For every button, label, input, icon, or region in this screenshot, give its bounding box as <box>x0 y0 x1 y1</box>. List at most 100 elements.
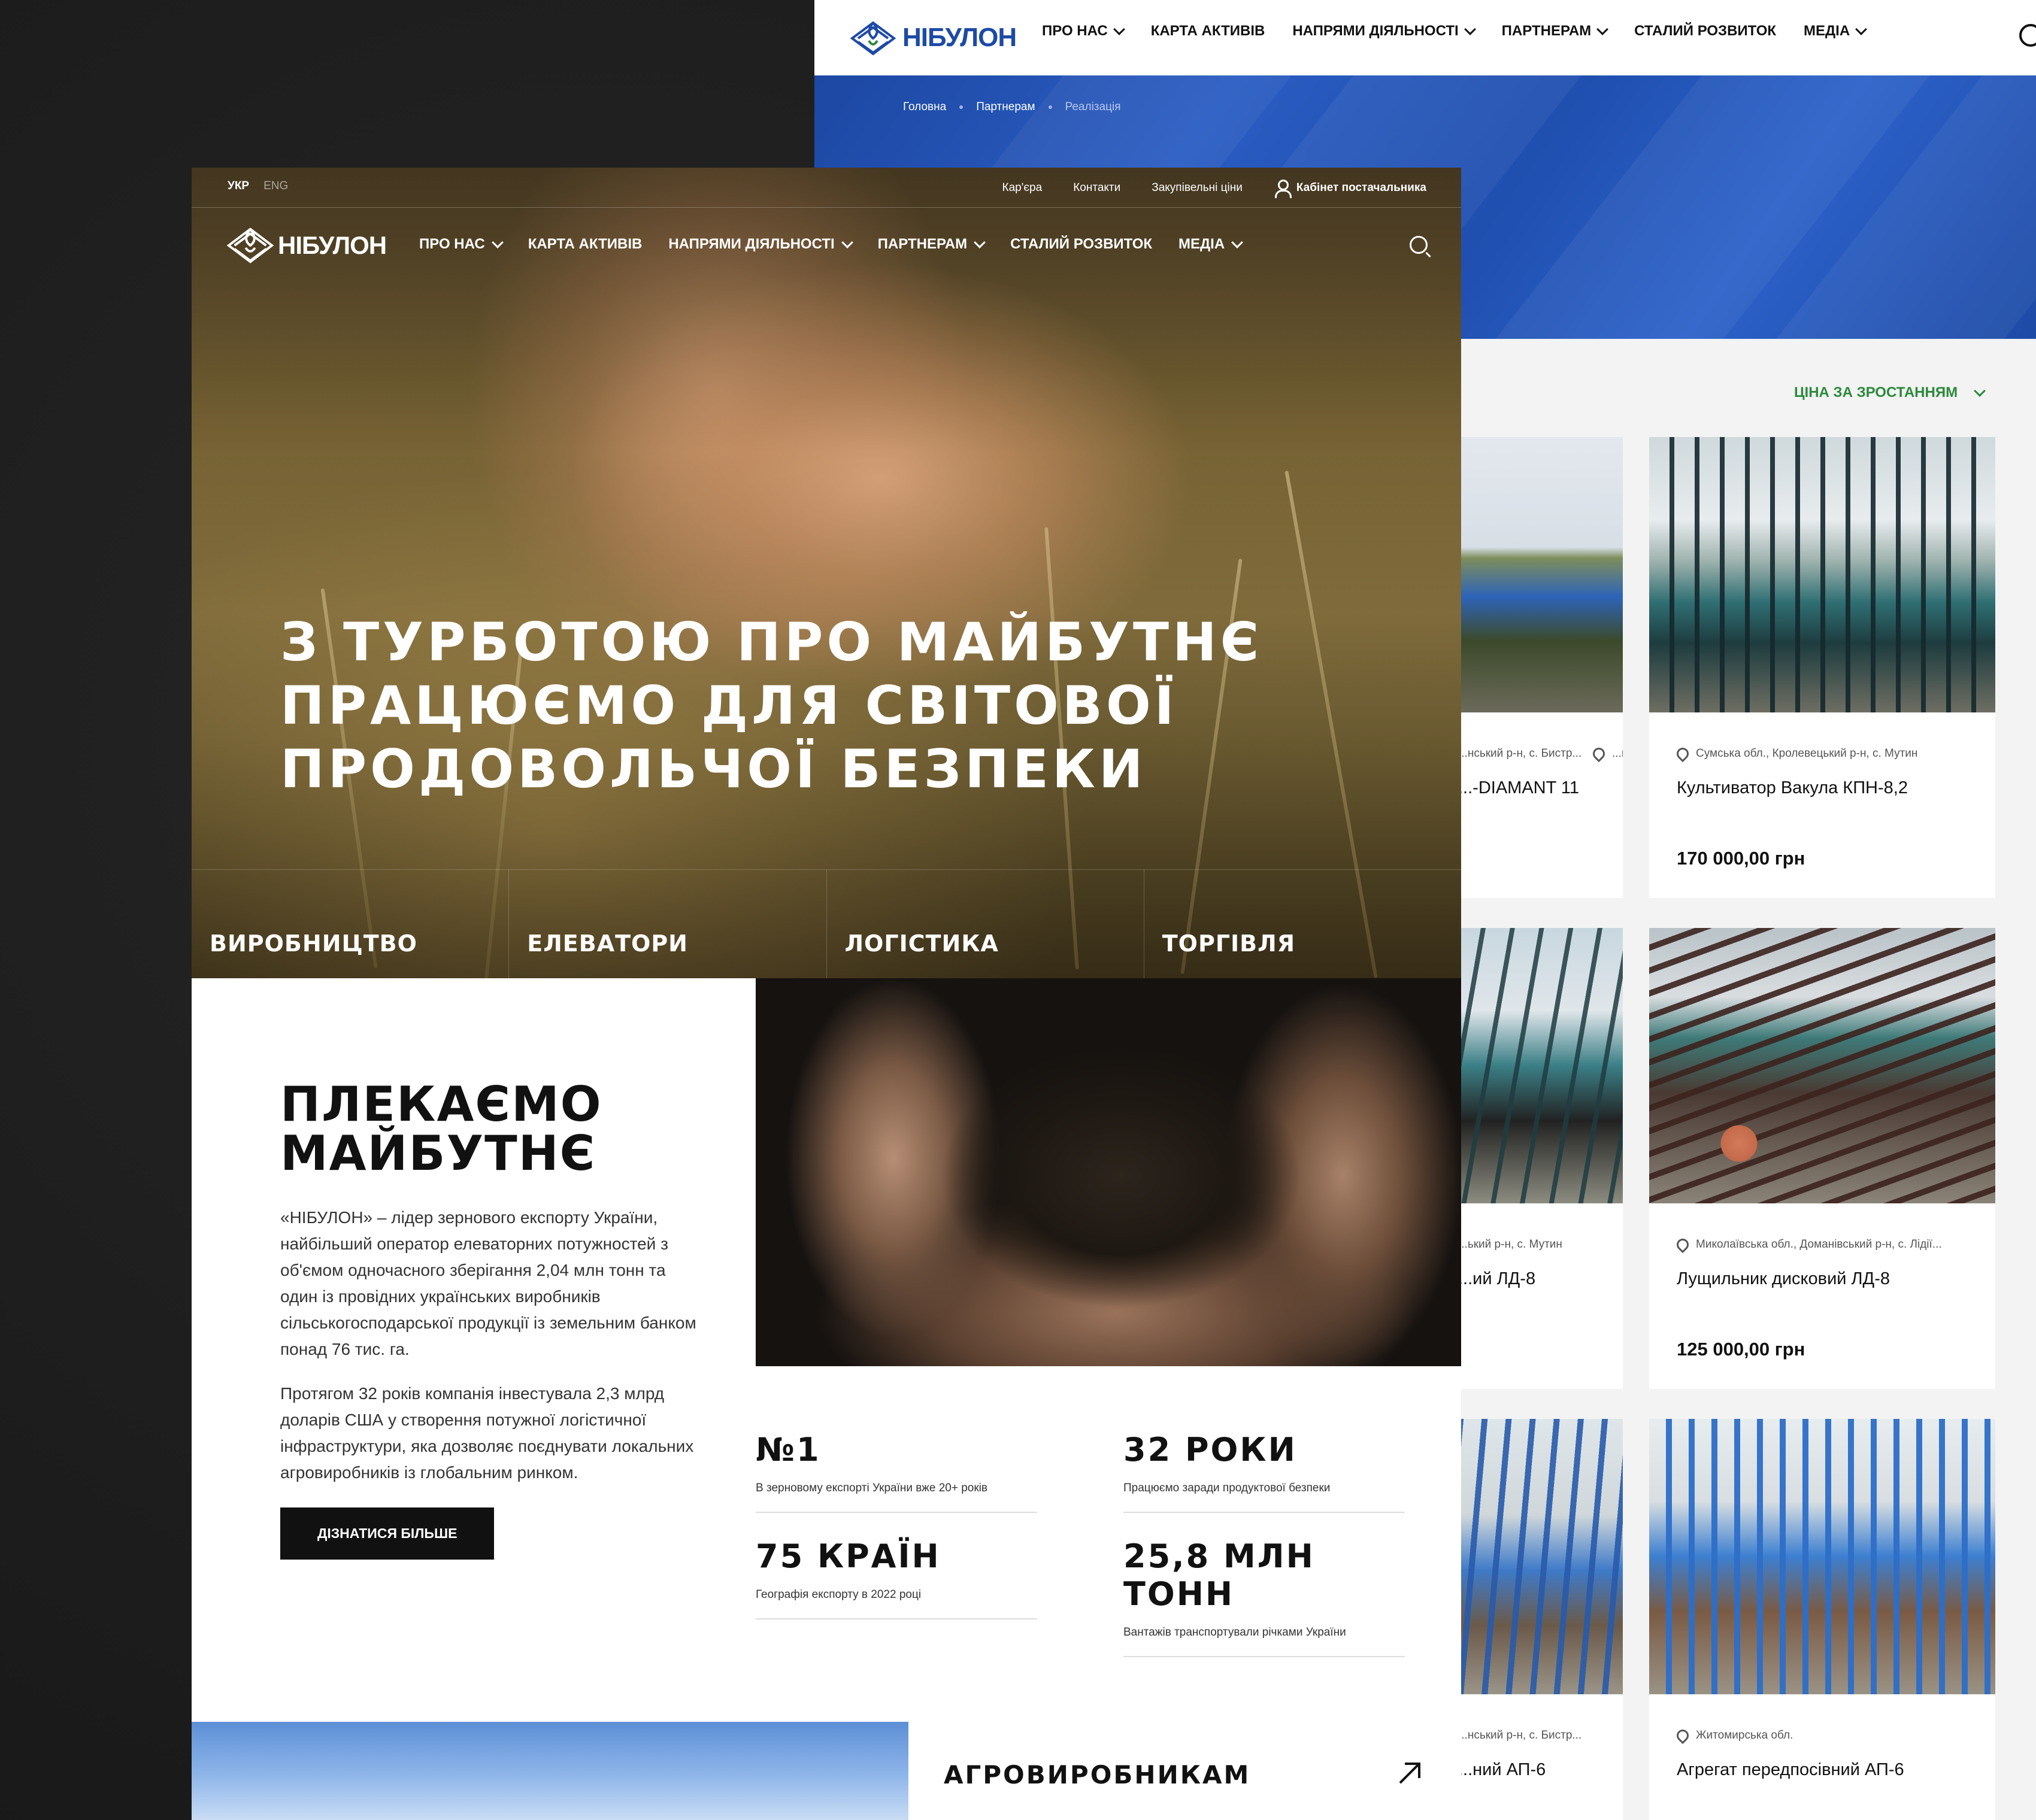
product-location: Сумська обл., Кролевецький р-н, с. Мутин <box>1674 745 1917 763</box>
main-nav: ПРО НАС КАРТА АКТИВІВ НАПРЯМИ ДІЯЛЬНОСТІ… <box>419 236 1244 253</box>
nav-label: НАПРЯМИ ДІЯЛЬНОСТІ <box>668 236 835 252</box>
location-pin-icon <box>1674 1727 1692 1745</box>
link-contacts[interactable]: Контакти <box>1073 181 1120 195</box>
headline-line: ПРОДОВОЛЬЧОЇ БЕЗПЕКИ <box>280 738 1147 800</box>
stat-item: 25,8 МЛН ТОНН Вантажів транспортували рі… <box>1123 1537 1405 1657</box>
product-title: Культиватор Вакула КПН-8,2 <box>1677 778 1908 797</box>
back-logo[interactable]: НІБУЛОН <box>847 14 1017 61</box>
language-switch: УКР ENG <box>228 180 288 193</box>
utility-links: Кар'єра Контакти Закупівельні ціни Кабін… <box>1002 180 1426 198</box>
search-icon[interactable] <box>1410 236 1428 254</box>
link-purchase-prices[interactable]: Закупівельні ціни <box>1152 181 1243 195</box>
cabinet-label: Кабінет постачальника <box>1296 181 1426 194</box>
nav-label: МЕДІА <box>1804 23 1850 39</box>
direction-label: ЕЛЕВАТОРИ <box>527 930 688 957</box>
supplier-cabinet-link[interactable]: Кабінет постачальника <box>1274 180 1426 198</box>
chevron-down-icon <box>841 236 853 248</box>
direction-elevators[interactable]: ЕЛЕВАТОРИ <box>509 869 827 978</box>
logo-icon <box>850 21 896 56</box>
product-card[interactable]: Житомирська обл. Агрегат передпосівний А… <box>1649 1419 1995 1820</box>
chevron-down-icon <box>491 236 504 248</box>
nav-label: СТАЛИЙ РОЗВИТОК <box>1634 23 1777 39</box>
nav-item-activities[interactable]: НАПРЯМИ ДІЯЛЬНОСТІ <box>1292 23 1476 40</box>
back-header: НІБУЛОН ПРО НАС КАРТА АКТИВІВ НАПРЯМИ ДІ… <box>814 0 2036 75</box>
about-title-line: МАЙБУТНЄ <box>280 1126 596 1181</box>
hero-section: УКР ENG Кар'єра Контакти Закупівельні ці… <box>192 168 1461 978</box>
home-page-window: УКР ENG Кар'єра Контакти Закупівельні ці… <box>192 168 1461 1820</box>
learn-more-button[interactable]: ДІЗНАТИСЯ БІЛЬШЕ <box>280 1507 495 1560</box>
location-pin-icon <box>1674 745 1692 763</box>
logo-text: НІБУЛОН <box>902 23 1017 52</box>
agro-producers-link[interactable]: АГРОВИРОБНИКАМ <box>944 1760 1250 1789</box>
product-photo <box>1649 928 1995 1203</box>
stat-value: 75 КРАЇН <box>756 1537 941 1575</box>
product-photo <box>1649 437 1995 712</box>
product-card[interactable]: Миколаївська обл., Доманівський р-н, с. … <box>1649 928 1995 1389</box>
arrow-up-right-icon[interactable] <box>1396 1760 1423 1786</box>
logo-text: НІБУЛОН <box>278 231 387 259</box>
breadcrumb-partners[interactable]: Партнерам <box>976 101 1035 114</box>
search-icon[interactable] <box>2019 24 2036 47</box>
lang-ukr[interactable]: УКР <box>228 180 249 193</box>
product-price: 125 000,00 грн <box>1677 1339 1805 1360</box>
breadcrumb-home[interactable]: Головна <box>903 101 946 114</box>
product-title: ...ий ЛД-8 <box>1458 1269 1536 1288</box>
nav-item-about[interactable]: ПРО НАС <box>419 236 504 253</box>
nav-item-media[interactable]: МЕДІА <box>1804 23 1868 40</box>
headline-line: З ТУРБОТОЮ ПРО МАЙБУТНЄ <box>280 611 1263 673</box>
logo-icon <box>226 228 274 263</box>
about-section: ПЛЕКАЄМО МАЙБУТНЄ «НІБУЛОН» – лідер зерн… <box>280 1080 699 1560</box>
direction-label: ВИРОБНИЦТВО <box>210 930 417 957</box>
nav-item-media[interactable]: МЕДІА <box>1178 236 1244 253</box>
direction-logistics[interactable]: ЛОГІСТИКА <box>827 869 1144 978</box>
nav-item-sustainability[interactable]: СТАЛИЙ РОЗВИТОК <box>1010 236 1152 253</box>
nav-label: ПРО НАС <box>419 236 485 252</box>
nav-label: ПРО НАС <box>1042 23 1108 39</box>
product-location: ...нський р-н, с. Бистр... <box>1458 747 1581 760</box>
nav-label: КАРТА АКТИВІВ <box>1150 23 1265 39</box>
nav-item-partners[interactable]: ПАРТНЕРАМ <box>1501 23 1609 40</box>
breadcrumb-current: Реалізація <box>1065 101 1121 113</box>
about-paragraph: «НІБУЛОН» – лідер зернового експорту Укр… <box>280 1208 696 1358</box>
stat-value: 32 РОКИ <box>1123 1431 1297 1469</box>
headline-line: ПРАЦЮЄМО ДЛЯ СВІТОВОЇ <box>280 675 1178 736</box>
product-card[interactable]: Сумська обл., Кролевецький р-н, с. Мутин… <box>1649 437 1995 898</box>
stat-desc: Географія експорту в 2022 році <box>756 1588 1037 1619</box>
nav-item-assets-map[interactable]: КАРТА АКТИВІВ <box>1151 23 1265 40</box>
chevron-down-icon <box>1113 23 1125 35</box>
product-price: 170 000,00 грн <box>1677 848 1805 869</box>
chevron-down-icon <box>1855 23 1868 35</box>
sort-dropdown[interactable]: ЦІНА ЗА ЗРОСТАННЯМ <box>1794 384 1986 401</box>
directions-tabs: ВИРОБНИЦТВО ЕЛЕВАТОРИ ЛОГІСТИКА ТОРГІВЛЯ <box>192 869 1461 978</box>
hero-overlay <box>192 168 1461 978</box>
product-location: ...нський р-н, с. Бистр... <box>1458 1729 1581 1742</box>
chevron-down-icon <box>974 236 986 248</box>
nav-item-sustainability[interactable]: СТАЛИЙ РОЗВИТОК <box>1634 23 1776 40</box>
front-logo[interactable]: НІБУЛОН <box>225 220 387 271</box>
nav-label: ПАРТНЕРАМ <box>1501 23 1592 39</box>
nav-item-assets-map[interactable]: КАРТА АКТИВІВ <box>528 236 643 253</box>
utility-bar: УКР ENG Кар'єра Контакти Закупівельні ці… <box>192 168 1461 208</box>
nav-label: СТАЛИЙ РОЗВИТОК <box>1010 236 1153 252</box>
stat-value: 25,8 МЛН ТОНН <box>1123 1537 1315 1613</box>
stat-item: 32 РОКИ Працюємо заради продуктової безп… <box>1123 1431 1405 1513</box>
lang-eng[interactable]: ENG <box>263 180 288 193</box>
product-location: Житомирська обл. <box>1674 1727 1793 1745</box>
link-career[interactable]: Кар'єра <box>1002 181 1043 195</box>
soil-hands-image <box>756 978 1461 1366</box>
chevron-down-icon <box>1464 23 1476 35</box>
nav-label: МЕДІА <box>1178 236 1225 252</box>
hero-headline: З ТУРБОТОЮ ПРО МАЙБУТНЄ ПРАЦЮЄМО ДЛЯ СВІ… <box>280 611 1263 801</box>
chevron-down-icon <box>1596 23 1609 35</box>
about-title-line: ПЛЕКАЄМО <box>280 1076 602 1132</box>
product-title: Лущильник дисковий ЛД-8 <box>1677 1269 1890 1288</box>
breadcrumb: Головна Партнерам Реалізація <box>903 101 1120 114</box>
nav-item-about[interactable]: ПРО НАС <box>1042 23 1125 40</box>
location-pin-icon <box>1674 1236 1692 1254</box>
nav-item-activities[interactable]: НАПРЯМИ ДІЯЛЬНОСТІ <box>668 236 853 253</box>
direction-production[interactable]: ВИРОБНИЦТВО <box>192 869 510 978</box>
nav-item-partners[interactable]: ПАРТНЕРАМ <box>878 236 986 253</box>
product-location: Миколаївська обл., Доманівський р-н, с. … <box>1674 1236 1942 1254</box>
stat-desc: В зерновому експорті України вже 20+ рок… <box>756 1482 1037 1513</box>
direction-trade[interactable]: ТОРГІВЛЯ <box>1144 869 1461 978</box>
